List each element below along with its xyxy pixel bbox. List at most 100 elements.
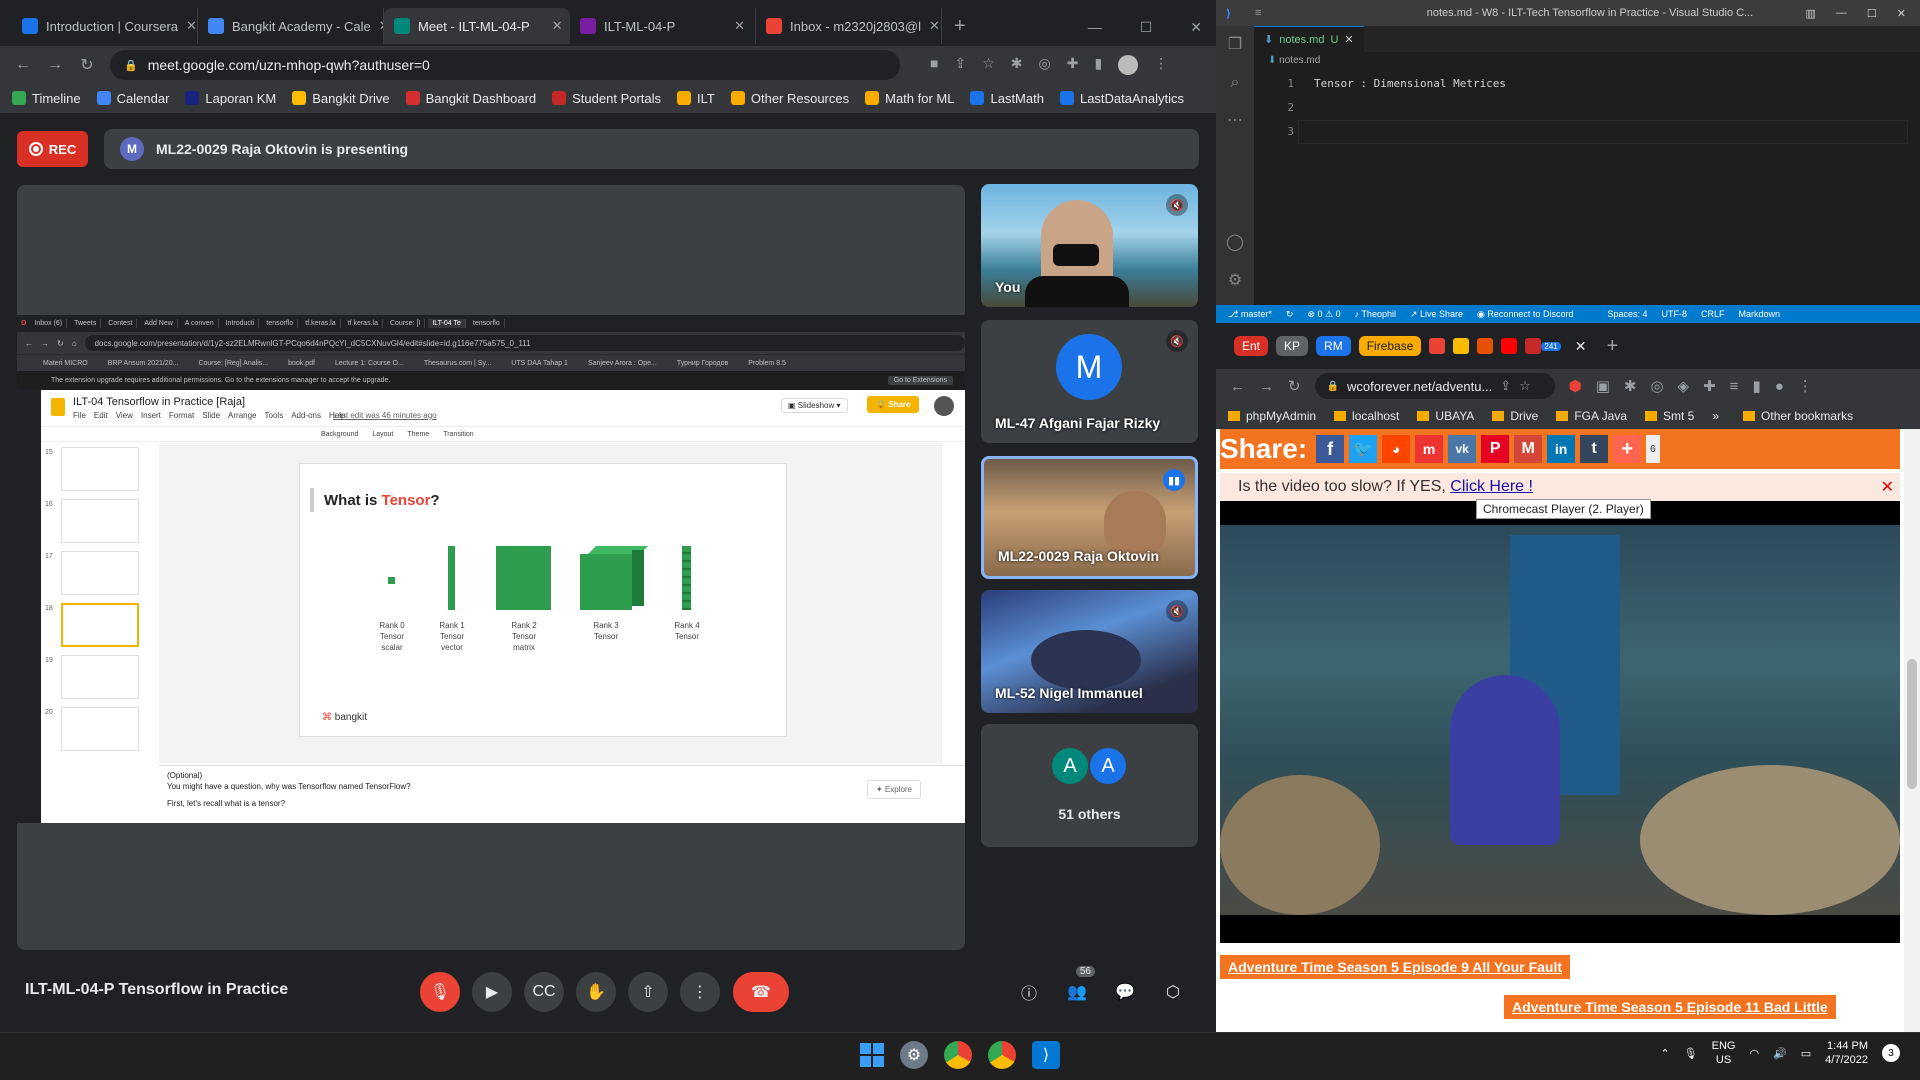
bookmark-item[interactable]: FGA Java	[1556, 409, 1627, 423]
tab-group-chip[interactable]: KP	[1276, 336, 1309, 356]
close-window-button[interactable]: ✕	[1190, 19, 1202, 36]
info-icon[interactable]: ⓘ	[1009, 972, 1049, 1012]
liveshare-item[interactable]: ↗ Live Share	[1410, 309, 1463, 320]
pinned-tab-icon[interactable]	[1525, 338, 1542, 354]
color-icon[interactable]: ◈	[1678, 377, 1690, 395]
episode-link[interactable]: Adventure Time Season 5 Episode 11 Bad L…	[1504, 995, 1836, 1019]
raise-hand-button[interactable]: ✋	[576, 972, 616, 1012]
present-button[interactable]: ⇧	[628, 972, 668, 1012]
menu-item[interactable]: Arrange	[228, 411, 256, 420]
captions-button[interactable]: CC	[524, 972, 564, 1012]
pinterest-icon[interactable]: P	[1481, 435, 1510, 463]
extension-icon[interactable]: ✱	[1011, 55, 1023, 75]
vscode-taskbar-icon[interactable]: ⟩	[1032, 1041, 1060, 1069]
menu-item[interactable]: Add-ons	[291, 411, 321, 420]
more-options-button[interactable]: ⋮	[680, 972, 720, 1012]
explore-button[interactable]: ✦ Explore	[866, 780, 921, 799]
minimize-button[interactable]: —	[1088, 19, 1102, 36]
menu-item[interactable]: Slide	[202, 411, 220, 420]
slide-thumbnail[interactable]: 20	[41, 707, 159, 755]
forward-icon[interactable]: →	[46, 56, 64, 74]
tab-calendar[interactable]: Bangkit Academy - Cale✕	[198, 8, 384, 44]
linkedin-icon[interactable]: in	[1547, 435, 1576, 463]
participant-tile-nigel[interactable]: 🔇 ML-52 Nigel Immanuel	[981, 590, 1198, 713]
user-item[interactable]: ♪ Theophil	[1355, 309, 1396, 319]
toolbar-item[interactable]: Theme	[407, 431, 429, 438]
language-item[interactable]: Markdown	[1739, 309, 1781, 319]
pinned-tab-icon[interactable]	[1477, 338, 1494, 354]
chrome-icon[interactable]	[988, 1041, 1016, 1069]
participant-tile-others[interactable]: A A 51 others	[981, 724, 1198, 847]
camera-toggle-button[interactable]: ▶	[472, 972, 512, 1012]
camera-icon[interactable]: ■	[930, 55, 938, 75]
doc-title[interactable]: ILT-04 Tensorflow in Practice [Raja]	[73, 396, 245, 408]
share-icon[interactable]: ⇪	[1500, 378, 1511, 394]
forward-icon[interactable]: →	[1259, 378, 1274, 395]
slide-thumbnail[interactable]: 17	[41, 551, 159, 599]
tab-meet[interactable]: Meet - ILT-ML-04-P ✕	[384, 8, 570, 44]
bookmark-item[interactable]: LastMath	[970, 91, 1044, 106]
slide-thumbnail[interactable]: 16	[41, 499, 159, 547]
battery-icon[interactable]: ▭	[1801, 1047, 1811, 1060]
chrome-icon[interactable]	[944, 1041, 972, 1069]
avatar[interactable]: ●	[1775, 378, 1784, 395]
back-icon[interactable]: ←	[14, 56, 32, 74]
go-to-extensions-button[interactable]: Go to Extensions	[887, 376, 953, 385]
branch-item[interactable]: ⎇ master*	[1228, 309, 1272, 320]
account-icon[interactable]: ◯	[1216, 232, 1254, 252]
microphone-icon[interactable]: 🎙	[1684, 1047, 1698, 1060]
back-icon[interactable]: ←	[1230, 378, 1245, 395]
current-slide[interactable]: What is Tensor? Rank 0 Tensor scalar Rank 1…	[299, 463, 787, 737]
episode-link[interactable]: Adventure Time Season 5 Episode 9 All Yo…	[1220, 955, 1571, 979]
language-indicator[interactable]: ENG US	[1712, 1039, 1736, 1067]
indent-item[interactable]: Spaces: 4	[1607, 309, 1647, 319]
tab-notes[interactable]: ⬇ notes.md U ✕	[1254, 26, 1364, 52]
pinned-tab-icon[interactable]	[1429, 338, 1446, 354]
star-icon[interactable]: ☆	[982, 55, 995, 75]
bookmark-item[interactable]: Bangkit Dashboard	[405, 91, 536, 106]
bookmark-item[interactable]: Math for ML	[865, 91, 954, 106]
participant-tile-you[interactable]: 🔇 You	[981, 184, 1198, 307]
gear-icon[interactable]: ⚙	[1216, 270, 1254, 290]
menu-item[interactable]: File	[73, 411, 86, 420]
participant-tile-afgani[interactable]: M 🔇 ML-47 Afgani Fajar Rizky	[981, 320, 1198, 443]
extension-icon[interactable]: ✱	[1624, 377, 1637, 395]
close-icon[interactable]: ✕	[552, 18, 563, 34]
slide-thumbnail[interactable]: 19	[41, 655, 159, 703]
more-icon[interactable]: ⋯	[1216, 102, 1254, 140]
sidepanel-icon[interactable]: ▮	[1752, 377, 1760, 395]
pinned-tab-icon[interactable]	[1501, 338, 1518, 354]
wifi-icon[interactable]: ◠	[1749, 1047, 1759, 1060]
mic-toggle-button[interactable]: 🎙	[420, 972, 460, 1012]
sidepanel-icon[interactable]: ▮	[1094, 55, 1102, 75]
chevron-up-icon[interactable]: ⌃	[1660, 1047, 1669, 1060]
click-here-link[interactable]: Click Here !	[1450, 478, 1533, 496]
discord-item[interactable]: ◉ Reconnect to Discord	[1477, 309, 1573, 320]
close-icon[interactable]: ✕	[1575, 338, 1587, 355]
twitter-icon[interactable]: 🐦	[1349, 435, 1378, 463]
menu-item[interactable]: Edit	[94, 411, 108, 420]
add-share-icon[interactable]: +	[1613, 435, 1642, 463]
scrollbar-thumb[interactable]	[1907, 659, 1917, 789]
gmail-icon[interactable]: M	[1514, 435, 1543, 463]
people-button[interactable]: 👥 56	[1057, 966, 1097, 1012]
extension-icon[interactable]: ◎	[1650, 377, 1663, 395]
editor[interactable]: 1 2 3 Tensor : Dimensional Metrices	[1254, 72, 1920, 306]
bookmark-item[interactable]: Calendar	[96, 91, 169, 106]
facebook-icon[interactable]: f	[1316, 435, 1345, 463]
tab-ilt[interactable]: ILT-ML-04-P ✕	[570, 8, 756, 44]
slide-thumbnail[interactable]: 18	[41, 603, 159, 651]
star-icon[interactable]: ☆	[1519, 378, 1531, 394]
participant-tile-raja[interactable]: ▮▮ ML22-0029 Raja Oktovin	[981, 456, 1198, 579]
close-icon[interactable]: ✕	[1344, 33, 1353, 46]
reload-icon[interactable]: ↻	[1288, 377, 1301, 395]
scrollbar[interactable]	[1904, 429, 1920, 1032]
menu-icon[interactable]: ⋮	[1798, 377, 1813, 395]
bookmark-item[interactable]: Bangkit Drive	[292, 91, 390, 106]
url-field[interactable]: 🔒 meet.google.com/uzn-mhop-qwh?authuser=0	[110, 50, 900, 80]
tab-group-chip[interactable]: RM	[1316, 336, 1351, 356]
minimize-button[interactable]: —	[1836, 7, 1847, 20]
close-icon[interactable]: ✕	[186, 18, 197, 34]
pinned-tab-icon[interactable]	[1453, 338, 1470, 354]
search-icon[interactable]: ⌕	[1216, 64, 1254, 102]
